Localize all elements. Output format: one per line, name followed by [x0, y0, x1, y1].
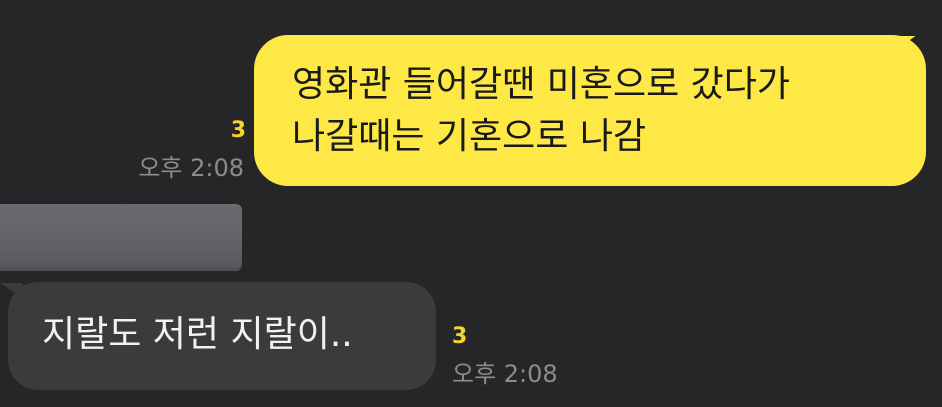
incoming-image-thumbnail[interactable] [0, 204, 242, 268]
unread-count: 3 [230, 118, 246, 143]
message-timestamp: 오후 2:08 [138, 154, 244, 182]
chat-screen: { "messages": { "outgoing": { "lines": [… [0, 0, 942, 407]
outgoing-message-bubble[interactable]: 영화관 들어갈땐 미혼으로 갔다가 나갈때는 기혼으로 나감 [254, 35, 926, 186]
unread-count: 3 [452, 324, 468, 349]
incoming-message-bubble[interactable]: 지랄도 저런 지랄이.. [8, 282, 436, 390]
message-text-line: 영화관 들어갈땐 미혼으로 갔다가 [292, 64, 791, 105]
message-timestamp: 오후 2:08 [452, 360, 558, 388]
message-text-line: 나갈때는 기혼으로 나감 [292, 116, 647, 157]
message-text: 지랄도 저런 지랄이.. [42, 314, 353, 355]
